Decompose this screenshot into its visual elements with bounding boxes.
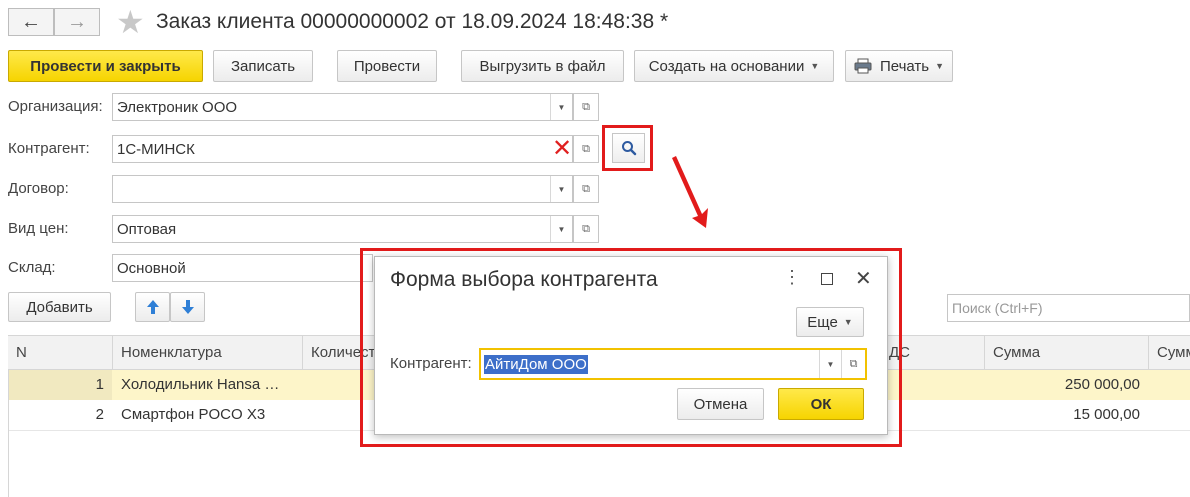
open-organization-button[interactable]: ⧉ xyxy=(573,93,599,121)
printer-icon xyxy=(854,58,872,74)
clear-icon[interactable]: ✕ xyxy=(552,137,572,161)
close-icon[interactable]: ✕ xyxy=(855,266,872,291)
open-contract-button[interactable]: ⧉ xyxy=(573,175,599,203)
save-button[interactable]: Записать xyxy=(213,50,313,82)
open-window-icon: ⧉ xyxy=(582,100,590,113)
page-title: Заказ клиента 00000000002 от 18.09.2024 … xyxy=(156,10,669,33)
export-to-file-button[interactable]: Выгрузить в файл xyxy=(461,50,624,82)
post-button[interactable]: Провести xyxy=(337,50,437,82)
row-item: Смартфон POCO X3 xyxy=(121,406,266,423)
column-header[interactable]: Номенклатура xyxy=(112,336,302,369)
dialog-counterparty-label: Контрагент: xyxy=(390,355,472,372)
search-input[interactable]: Поиск (Ctrl+F) xyxy=(947,294,1190,322)
row-sum: 15 000,00 xyxy=(1073,406,1140,423)
more-vert-icon[interactable]: ⋮ xyxy=(783,267,801,288)
organization-field[interactable]: Электроник ООО ▼ xyxy=(112,93,573,121)
counterparty-value: 1С-МИНСК xyxy=(117,140,195,158)
counterparty-select-button[interactable] xyxy=(612,133,645,163)
dialog-title: Форма выбора контрагента xyxy=(390,268,658,291)
column-header[interactable]: Сумм xyxy=(1148,336,1190,369)
row-number: 1 xyxy=(95,376,104,393)
post-and-close-button[interactable]: Провести и закрыть xyxy=(8,50,203,82)
move-up-button[interactable] xyxy=(135,292,170,322)
print-label: Печать xyxy=(879,57,930,75)
open-window-icon: ⧉ xyxy=(582,142,590,155)
dropdown-arrow-icon[interactable]: ▼ xyxy=(550,94,572,120)
ok-button[interactable]: ОК xyxy=(778,388,864,420)
chevron-down-icon: ▼ xyxy=(810,61,820,71)
create-based-on-button[interactable]: Создать на основании ▼ xyxy=(634,50,834,82)
more-label: Еще xyxy=(807,313,838,331)
column-header[interactable]: Сумма xyxy=(984,336,1148,369)
open-window-icon: ⧉ xyxy=(582,182,590,195)
arrow-annotation-icon xyxy=(672,156,708,228)
favorite-star-icon[interactable]: ★ xyxy=(116,6,145,38)
search-icon xyxy=(621,141,636,156)
maximize-icon[interactable] xyxy=(821,273,833,285)
warehouse-value: Основной xyxy=(117,259,186,277)
contract-field[interactable]: ▼ xyxy=(112,175,573,203)
chevron-down-icon: ▼ xyxy=(843,317,853,327)
warehouse-label: Склад: xyxy=(8,259,56,276)
counterparty-field[interactable]: 1С-МИНСК xyxy=(112,135,573,163)
print-button[interactable]: Печать ▼ xyxy=(845,50,953,82)
price-type-field[interactable]: Оптовая ▼ xyxy=(112,215,573,243)
arrow-left-icon: ← xyxy=(21,10,41,33)
row-item: Холодильник Hansa … xyxy=(121,376,280,393)
dialog-counterparty-field[interactable]: АйтиДом ООО ▼ ⧉ xyxy=(479,348,867,380)
warehouse-field[interactable]: Основной xyxy=(112,254,373,282)
row-number: 2 xyxy=(95,406,104,423)
contract-label: Договор: xyxy=(8,180,69,197)
open-counterparty-button[interactable]: ⧉ xyxy=(573,135,599,163)
arrow-right-icon: → xyxy=(67,10,87,33)
organization-value: Электроник ООО xyxy=(117,98,238,116)
row-sum: 250 000,00 xyxy=(1064,376,1140,393)
open-window-icon[interactable]: ⧉ xyxy=(841,350,865,378)
price-type-label: Вид цен: xyxy=(8,220,69,237)
dropdown-arrow-icon[interactable]: ▼ xyxy=(550,176,572,202)
open-window-icon: ⧉ xyxy=(582,222,590,235)
move-down-button[interactable] xyxy=(170,292,205,322)
organization-label: Организация: xyxy=(8,98,103,115)
dropdown-arrow-icon[interactable]: ▼ xyxy=(819,350,841,378)
chevron-down-icon: ▼ xyxy=(935,61,945,71)
forward-button[interactable]: → xyxy=(54,8,100,36)
table-left-border xyxy=(8,370,9,497)
counterparty-label: Контрагент: xyxy=(8,140,90,157)
arrow-up-icon xyxy=(146,300,159,314)
arrow-down-icon xyxy=(181,300,194,314)
counterparty-selection-dialog: Форма выбора контрагента ⋮ ✕ Еще ▼ Контр… xyxy=(374,256,888,435)
dialog-counterparty-value: АйтиДом ООО xyxy=(484,354,588,374)
create-based-on-label: Создать на основании xyxy=(648,57,805,75)
back-button[interactable]: ← xyxy=(8,8,54,36)
open-price-type-button[interactable]: ⧉ xyxy=(573,215,599,243)
dropdown-arrow-icon[interactable]: ▼ xyxy=(550,216,572,242)
column-header[interactable]: N xyxy=(8,336,112,369)
cancel-button[interactable]: Отмена xyxy=(677,388,764,420)
more-button[interactable]: Еще ▼ xyxy=(796,307,864,337)
add-button[interactable]: Добавить xyxy=(8,292,111,322)
price-type-value: Оптовая xyxy=(117,220,177,238)
